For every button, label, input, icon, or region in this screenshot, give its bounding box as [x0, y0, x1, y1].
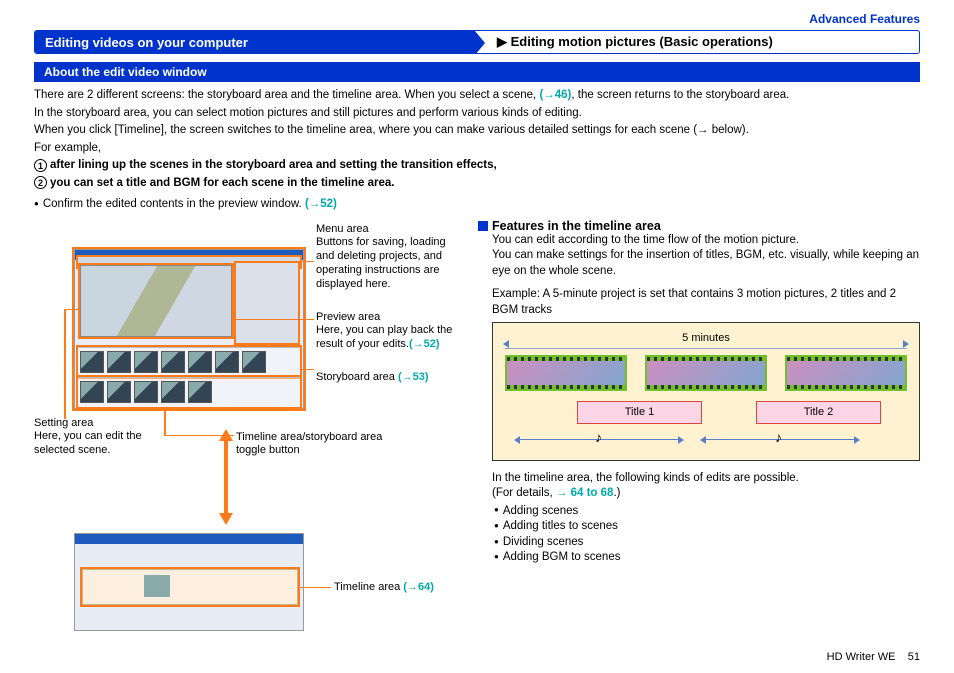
storyboard-row-2: [78, 377, 300, 407]
intro-p1b: , the screen returns to the storyboard a…: [571, 89, 789, 101]
label-menu: Menu area Buttons for saving, loading an…: [316, 223, 466, 292]
menu-desc: Buttons for saving, loading and deleting…: [316, 236, 446, 289]
title-box-1: Title 1: [577, 401, 702, 424]
link-53[interactable]: (→53): [398, 371, 429, 383]
storyboard-title: Storyboard area: [316, 371, 398, 383]
leader-setting-v: [64, 309, 66, 419]
section-heading: About the edit video window: [34, 62, 920, 82]
label-timeline: Timeline area (→64): [334, 581, 484, 595]
list-item: Adding scenes: [494, 504, 920, 520]
page-footer: HD Writer WE 51: [827, 651, 920, 663]
film-clip-2: [645, 355, 767, 391]
setting-desc: Here, you can edit the selected scene.: [34, 430, 142, 456]
step-1-text: after lining up the scenes in the storyb…: [50, 159, 497, 171]
intro-p2: In the storyboard area, you can select m…: [34, 106, 920, 122]
link-64[interactable]: (→64): [403, 581, 434, 593]
label-storyboard: Storyboard area (→53): [316, 371, 476, 385]
post-p2a: (For details,: [492, 487, 556, 499]
menu-title: Menu area: [316, 223, 466, 237]
link-52b[interactable]: (→52): [409, 338, 440, 350]
setting-title: Setting area: [34, 417, 144, 431]
post-p2b: .): [613, 487, 620, 499]
intro-p4: For example,: [34, 141, 920, 157]
step-2-marker: 2: [34, 176, 47, 189]
leader-setting-h: [64, 309, 78, 311]
step-2-text: you can set a title and BGM for each sce…: [50, 177, 394, 189]
step-1-marker: 1: [34, 159, 47, 172]
film-clip-3: [785, 355, 907, 391]
features-p2: You can make settings for the insertion …: [492, 248, 920, 279]
features-heading-text: Features in the timeline area: [492, 219, 661, 233]
leader-toggle-v: [164, 409, 166, 435]
duration-label: 5 minutes: [505, 331, 907, 349]
leader-story: [300, 369, 314, 371]
chapter-bar: Editing videos on your computer ▶ Editin…: [34, 30, 920, 54]
features-column: Features in the timeline area You can ed…: [478, 219, 920, 639]
leader-preview: [232, 319, 314, 321]
label-toggle: Timeline area/storyboard area toggle but…: [236, 431, 406, 459]
timeline-diagram: 5 minutes Title 1 Title 2 ♪ ♪: [492, 322, 920, 461]
advanced-features-link[interactable]: Advanced Features: [34, 12, 920, 26]
leader-menu: [300, 261, 314, 263]
timeline-title: Timeline area: [334, 581, 403, 593]
example-text: A 5-minute project is set that contains …: [492, 288, 896, 316]
list-item: Dividing scenes: [494, 535, 920, 551]
example-line: Example: A 5-minute project is set that …: [492, 287, 920, 318]
preview-title: Preview area: [316, 311, 466, 325]
music-note-icon: ♪: [775, 428, 782, 447]
diagram-area: Menu area Buttons for saving, loading an…: [34, 219, 464, 639]
toggle-arrow: [219, 429, 233, 525]
confirm-text: Confirm the edited contents in the previ…: [43, 198, 305, 210]
intro-p1a: There are 2 different screens: the story…: [34, 89, 539, 101]
music-note-icon: ♪: [595, 428, 602, 447]
preview-area-callout: [80, 265, 232, 337]
title-box-2: Title 2: [756, 401, 881, 424]
features-p1: You can edit according to the time flow …: [492, 233, 920, 249]
post-p1: In the timeline area, the following kind…: [492, 471, 920, 487]
label-preview: Preview area Here, you can play back the…: [316, 311, 466, 352]
example-label: Example:: [492, 288, 540, 300]
list-item: Adding titles to scenes: [494, 519, 920, 535]
product-name: HD Writer WE: [827, 651, 896, 663]
link-52a[interactable]: (→52): [305, 198, 337, 210]
link-46[interactable]: (→46): [539, 89, 571, 101]
timeline-clip: [144, 575, 170, 597]
storyboard-row-1: [78, 347, 300, 377]
page-number: 51: [908, 651, 920, 663]
label-setting: Setting area Here, you can edit the sele…: [34, 417, 144, 458]
chapter-title-right: ▶ Editing motion pictures (Basic operati…: [475, 31, 919, 53]
setting-area-callout: [236, 263, 298, 343]
list-item: Adding BGM to scenes: [494, 550, 920, 566]
link-64-68[interactable]: → 64 to 68: [556, 487, 614, 499]
intro-text: There are 2 different screens: the story…: [34, 88, 920, 213]
post-text: In the timeline area, the following kind…: [492, 471, 920, 566]
film-clip-1: [505, 355, 627, 391]
intro-p3: When you click [Timeline], the screen sw…: [34, 123, 920, 139]
leader-timeline: [299, 587, 331, 589]
chapter-title-left: Editing videos on your computer: [35, 31, 475, 53]
features-heading: Features in the timeline area: [478, 219, 920, 233]
timeline-area-callout: [82, 569, 298, 605]
square-bullet-icon: [478, 221, 488, 231]
edits-list: Adding scenes Adding titles to scenes Di…: [492, 504, 920, 566]
